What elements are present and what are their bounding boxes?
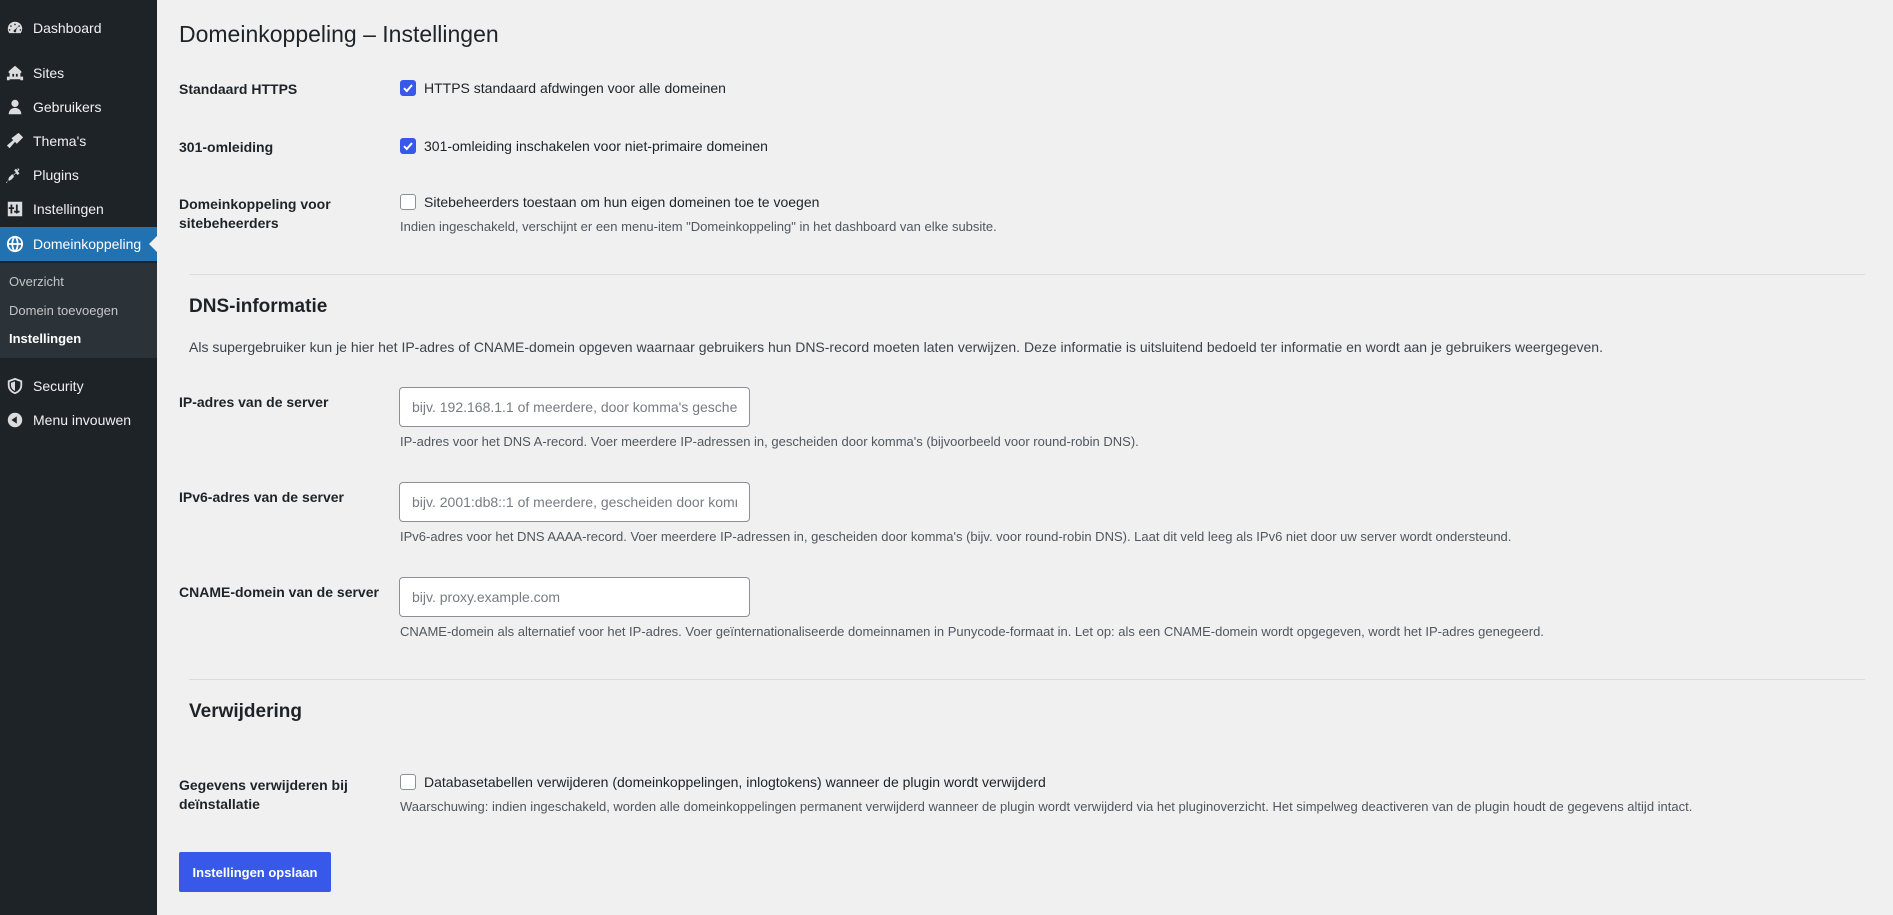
settings-icon <box>5 199 25 219</box>
redirect-option[interactable]: 301-omleiding inschakelen voor niet-prim… <box>400 138 768 154</box>
submenu-item-settings[interactable]: Instellingen <box>9 331 81 346</box>
redirect-label: 301-omleiding <box>179 139 274 155</box>
removal-checkbox[interactable] <box>400 774 416 790</box>
removal-section-title: Verwijdering <box>189 701 302 722</box>
https-checkbox[interactable] <box>400 80 416 96</box>
domain-mapping-submenu: Overzicht Domein toevoegen Instellingen <box>0 263 157 358</box>
removal-description: Waarschuwing: indien ingeschakeld, worde… <box>400 799 1693 814</box>
submenu-item-add-domain[interactable]: Domein toevoegen <box>9 303 118 318</box>
sidebar-item-sites[interactable]: Sites <box>0 56 157 90</box>
sidebar-item-label: Plugins <box>33 167 79 183</box>
https-checkbox-label: HTTPS standaard afdwingen voor alle dome… <box>424 80 726 96</box>
ipv6-description: IPv6-adres voor het DNS AAAA-record. Voe… <box>400 529 1512 544</box>
removal-option[interactable]: Databasetabellen verwijderen (domeinkopp… <box>400 774 1046 790</box>
cname-input[interactable] <box>399 577 750 617</box>
sidebar-item-label: Instellingen <box>33 201 104 217</box>
sidebar-item-label: Thema's <box>33 133 87 149</box>
cname-description: CNAME-domein als alternatief voor het IP… <box>400 624 1544 639</box>
removal-label-line2: deïnstallatie <box>179 796 260 812</box>
https-option[interactable]: HTTPS standaard afdwingen voor alle dome… <box>400 80 726 96</box>
shield-icon <box>5 376 25 396</box>
site-admins-checkbox-label: Sitebeheerders toestaan om hun eigen dom… <box>424 194 820 210</box>
page-title: Domeinkoppeling – Instellingen <box>179 21 499 47</box>
site-admins-label: Domeinkoppeling voor sitebeheerders <box>179 195 379 233</box>
sidebar-item-label: Gebruikers <box>33 99 102 115</box>
dashboard-icon <box>5 18 25 38</box>
site-admins-label-line2: sitebeheerders <box>179 215 279 231</box>
dns-intro: Als supergebruiker kun je hier het IP-ad… <box>189 339 1603 355</box>
site-admins-option[interactable]: Sitebeheerders toestaan om hun eigen dom… <box>400 194 819 210</box>
sites-icon <box>5 63 25 83</box>
users-icon <box>5 97 25 117</box>
ipv4-description: IP-adres voor het DNS A-record. Voer mee… <box>400 434 1139 449</box>
save-settings-button[interactable]: Instellingen opslaan <box>179 852 331 892</box>
ipv4-input[interactable] <box>399 387 750 427</box>
section-divider <box>189 679 1865 680</box>
ipv6-input[interactable] <box>399 482 750 522</box>
sidebar-item-label: Menu invouwen <box>33 412 132 428</box>
cname-label: CNAME-domein van de server <box>179 584 379 600</box>
sidebar-item-settings[interactable]: Instellingen <box>0 192 157 226</box>
dns-section-title: DNS-informatie <box>189 296 328 317</box>
sidebar-item-label: Sites <box>33 65 65 81</box>
site-admins-description: Indien ingeschakeld, verschijnt er een m… <box>400 219 997 234</box>
collapse-menu-button[interactable]: Menu invouwen <box>0 403 157 437</box>
site-admins-checkbox[interactable] <box>400 194 416 210</box>
ipv4-label: IP-adres van de server <box>179 394 329 410</box>
sidebar-item-domain-mapping[interactable]: Domeinkoppeling <box>0 227 157 261</box>
redirect-checkbox-label: 301-omleiding inschakelen voor niet-prim… <box>424 138 768 154</box>
removal-label-line1: Gegevens verwijderen bij <box>179 777 348 793</box>
sidebar-item-security[interactable]: Security <box>0 369 157 403</box>
sidebar-item-plugins[interactable]: Plugins <box>0 158 157 192</box>
site-admins-label-line1: Domeinkoppeling voor <box>179 196 331 212</box>
removal-label: Gegevens verwijderen bij deïnstallatie <box>179 776 379 814</box>
sidebar-item-themes[interactable]: Thema's <box>0 124 157 158</box>
sidebar-item-label: Domeinkoppeling <box>33 236 142 252</box>
sidebar-item-users[interactable]: Gebruikers <box>0 90 157 124</box>
ipv6-label: IPv6-adres van de server <box>179 489 344 505</box>
globe-icon <box>5 234 25 254</box>
submenu-item-overview[interactable]: Overzicht <box>9 274 64 289</box>
sidebar-item-label: Dashboard <box>33 20 102 36</box>
appearance-icon <box>5 131 25 151</box>
collapse-icon <box>5 410 25 430</box>
plugins-icon <box>5 165 25 185</box>
section-divider <box>189 274 1865 275</box>
sidebar-item-dashboard[interactable]: Dashboard <box>0 11 157 45</box>
admin-sidebar: Dashboard Sites Gebruikers Thema's Plugi… <box>0 0 157 915</box>
sidebar-item-label: Security <box>33 378 84 394</box>
https-label: Standaard HTTPS <box>179 81 298 97</box>
redirect-checkbox[interactable] <box>400 138 416 154</box>
removal-checkbox-label: Databasetabellen verwijderen (domeinkopp… <box>424 774 1046 790</box>
